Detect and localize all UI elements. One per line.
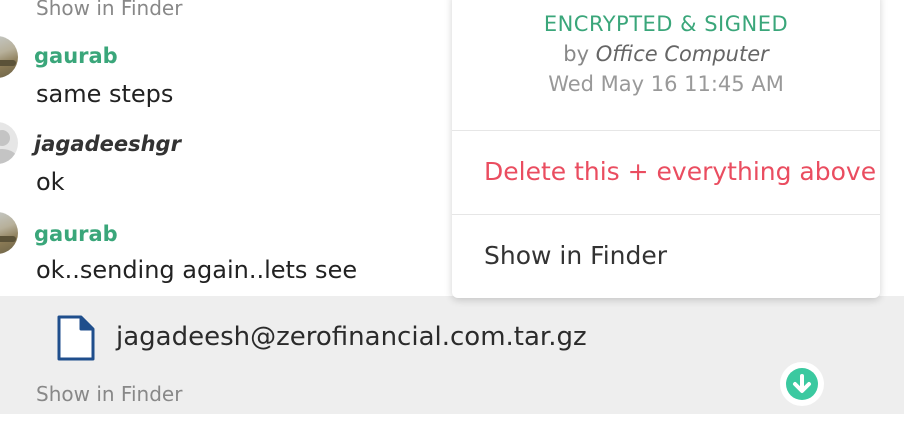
show-in-finder-label: Show in Finder — [484, 241, 668, 270]
encryption-date: Wed May 16 11:45 AM — [548, 72, 784, 96]
message-author[interactable]: gaurab — [34, 44, 118, 68]
message-context-menu: ENCRYPTED & SIGNED by Office Computer We… — [452, 0, 880, 298]
show-in-finder-link-top[interactable]: Show in Finder — [36, 0, 182, 20]
message-text: ok — [36, 168, 65, 196]
delete-label: Delete this + everything above — [484, 157, 877, 186]
encryption-device: by Office Computer — [452, 42, 880, 66]
encryption-info: ENCRYPTED & SIGNED by Office Computer We… — [452, 0, 880, 130]
device-name: Office Computer — [595, 42, 769, 66]
message-text: same steps — [36, 80, 174, 108]
chat-thread: Show in Finder gaurab same steps jagadee… — [0, 0, 904, 428]
show-in-finder-link[interactable]: Show in Finder — [36, 382, 182, 406]
download-arrow-icon — [786, 368, 818, 400]
delete-everything-above-item[interactable]: Delete this + everything above — [452, 131, 880, 213]
by-prefix: by — [563, 42, 589, 66]
message-author[interactable]: gaurab — [34, 222, 118, 246]
default-avatar-icon[interactable] — [0, 122, 18, 164]
message-author[interactable]: jagadeeshgr — [34, 132, 181, 156]
encryption-status: ENCRYPTED & SIGNED — [543, 12, 789, 36]
download-button[interactable] — [780, 362, 824, 406]
attachment-message[interactable]: jagadeesh@zerofinancial.com.tar.gz Show … — [0, 296, 904, 414]
show-in-finder-item[interactable]: Show in Finder — [452, 215, 880, 297]
avatar-gaurab[interactable] — [0, 36, 18, 78]
attachment-filename[interactable]: jagadeesh@zerofinancial.com.tar.gz — [116, 322, 587, 352]
message-text: ok..sending again..lets see — [36, 256, 358, 284]
avatar-gaurab[interactable] — [0, 212, 18, 254]
document-icon — [57, 315, 95, 361]
